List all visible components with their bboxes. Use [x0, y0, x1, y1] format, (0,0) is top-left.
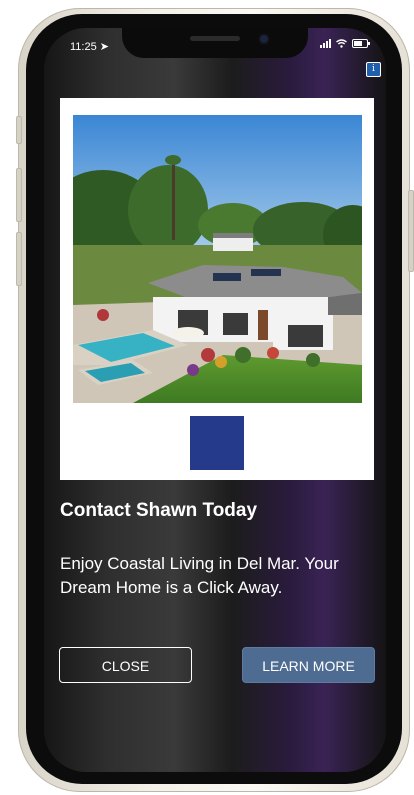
screen: 11:25 ➤ i Contact Shawn Today Enjoy Coas… [44, 28, 386, 772]
ad-card [60, 98, 374, 480]
power-button [408, 190, 414, 272]
wifi-icon [336, 39, 347, 48]
speaker-grille [190, 36, 240, 41]
location-arrow-icon: ➤ [99, 41, 109, 53]
mute-switch [16, 116, 22, 144]
close-button[interactable]: CLOSE [59, 647, 192, 683]
info-icon[interactable]: i [366, 62, 381, 77]
color-swatch [190, 416, 244, 470]
notch [122, 28, 308, 58]
house-photo[interactable] [73, 115, 362, 403]
status-time-text: 11:25 [70, 41, 97, 53]
volume-up-button [16, 168, 22, 222]
signal-icon [320, 39, 331, 48]
battery-icon [352, 39, 370, 48]
learn-more-button[interactable]: LEARN MORE [242, 647, 375, 683]
status-time: 11:25 ➤ [70, 40, 109, 53]
front-camera [260, 35, 268, 43]
headline: Contact Shawn Today [60, 500, 258, 521]
body-text: Enjoy Coastal Living in Del Mar. Your Dr… [60, 554, 339, 597]
volume-down-button [16, 232, 22, 286]
status-icons [320, 39, 370, 48]
